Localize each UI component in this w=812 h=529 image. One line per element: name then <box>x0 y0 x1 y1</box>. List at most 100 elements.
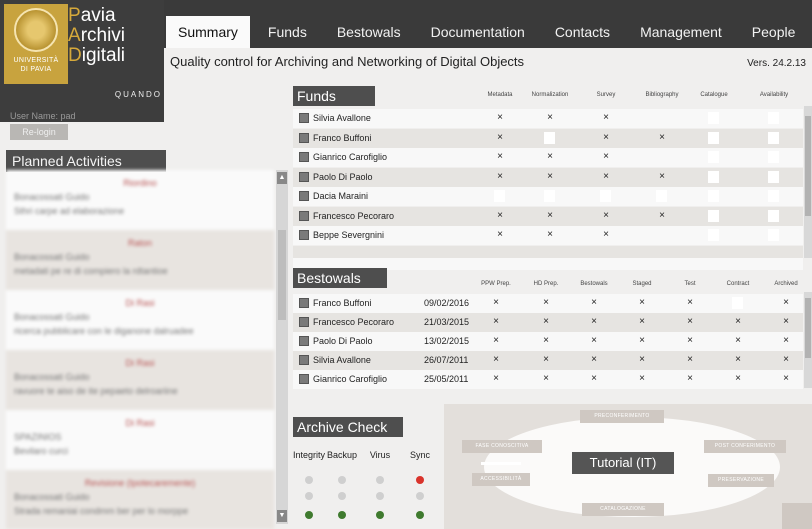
tab-bestowals[interactable]: Bestowals <box>324 16 413 48</box>
step-preconferimento[interactable]: PRECONFERIMENTO <box>580 410 664 423</box>
bestowals-table-row[interactable]: Francesco Pecoraro 21/03/2015 × × × × × × × <box>293 313 803 332</box>
tab-summary[interactable]: Summary <box>166 16 250 48</box>
user-name-label: User Name: pad <box>10 111 76 121</box>
planned-activity-item[interactable]: Riordino Bonacossati Guido Sthri carpe ad … <box>6 170 274 230</box>
empty-status-box[interactable] <box>768 112 779 124</box>
empty-status-box[interactable] <box>494 190 505 202</box>
step-preservazione[interactable]: PRESERVAZIONE <box>708 474 774 487</box>
bestowal-author[interactable]: Franco Buffoni <box>313 298 371 308</box>
check-mark-icon: × <box>543 316 549 327</box>
planned-activity-item[interactable]: Di Rasi Bonacossati Guido ravuore te aiso … <box>6 350 274 410</box>
tab-documentation[interactable]: Documentation <box>418 16 537 48</box>
tab-people[interactable]: People <box>739 16 808 48</box>
funds-table-row[interactable]: Gianrico Carofiglio × × × <box>293 148 803 167</box>
tab-management[interactable]: Management <box>628 16 734 48</box>
fund-name[interactable]: Paolo Di Paolo <box>313 172 373 182</box>
check-mark-icon: × <box>603 170 609 182</box>
relogin-button[interactable]: Re-login <box>10 124 68 140</box>
funds-scrollbar[interactable] <box>804 106 812 258</box>
planned-activity-item[interactable]: Di Rasi SPAZINIOS Bevilaro curci <box>6 410 274 470</box>
check-mark-icon: × <box>547 170 553 182</box>
check-mark-icon: × <box>497 170 503 182</box>
check-mark-icon: × <box>547 229 553 240</box>
step-catalogazione[interactable]: CATALOGAZIONE <box>582 503 664 516</box>
empty-status-box[interactable] <box>708 131 719 144</box>
step-fase-conoscitiva[interactable]: FASE CONOSCITIVA <box>462 440 542 453</box>
planned-activity-item[interactable]: Revisione (Ipotecaremente) Bonacossati Gu… <box>6 470 274 529</box>
logo-word-rest: avia <box>80 5 116 26</box>
fund-name[interactable]: Gianrico Carofiglio <box>313 152 387 162</box>
funds-table-row[interactable]: Franco Buffoni × × × <box>293 128 803 148</box>
fund-folder-icon <box>299 230 309 240</box>
logo[interactable]: UNIVERSITÀ DI PAVIA Pavia Archivi Digita… <box>0 0 164 122</box>
fund-name[interactable]: Franco Buffoni <box>313 133 371 143</box>
empty-status-box[interactable] <box>768 151 779 163</box>
funds-table-row[interactable]: Francesco Pecoraro × × × × <box>293 206 803 226</box>
logo-initial: A <box>68 25 81 46</box>
scrollbar-thumb[interactable] <box>278 230 286 320</box>
check-mark-icon: × <box>591 316 597 327</box>
empty-status-box[interactable] <box>544 190 555 202</box>
scroll-up-icon[interactable]: ▲ <box>277 172 287 184</box>
fund-name[interactable]: Silvia Avallone <box>313 113 371 123</box>
activity-owner: Bonacossati Guido <box>14 192 90 202</box>
planned-scrollbar[interactable]: ▲ ▼ <box>276 170 288 524</box>
funds-table-row[interactable]: Beppe Severgnini × × × <box>293 226 803 245</box>
check-mark-icon: × <box>603 151 609 162</box>
bestowal-date: 21/03/2015 <box>424 317 470 327</box>
empty-status-box[interactable] <box>656 190 667 202</box>
bestowals-table-row[interactable]: Paolo Di Paolo 13/02/2015 × × × × × × × <box>293 332 803 351</box>
check-mark-icon: × <box>591 335 597 346</box>
empty-status-box[interactable] <box>768 170 779 183</box>
bestowal-folder-icon <box>299 336 309 346</box>
bestowal-author[interactable]: Paolo Di Paolo <box>313 336 373 346</box>
empty-status-box[interactable] <box>708 209 719 222</box>
bestowals-table-row[interactable]: Franco Buffoni 09/02/2016 × × × × × × <box>293 294 803 313</box>
logo-tagline: QUANDO <box>114 90 162 99</box>
tutorial-button[interactable]: Tutorial (IT) <box>572 452 674 474</box>
funds-scrollbar-thumb[interactable] <box>805 116 811 216</box>
empty-status-box[interactable] <box>732 297 743 309</box>
bestowals-scrollbar-thumb[interactable] <box>805 298 811 358</box>
step-post-conferimento[interactable]: POST CONFERIMENTO <box>704 440 786 453</box>
bestowals-table-row[interactable]: Gianrico Carofiglio 25/05/2011 × × × × × × × <box>293 370 803 389</box>
funds-empty-row <box>293 246 803 258</box>
empty-status-box[interactable] <box>708 229 719 241</box>
fund-name[interactable]: Beppe Severgnini <box>313 230 384 240</box>
check-mark-icon: × <box>735 335 741 346</box>
funds-column-header: Normalization <box>531 92 569 98</box>
planned-activity-item[interactable]: Di Rasi Bonacossati Guido ricerca pubblica… <box>6 290 274 350</box>
step-accessibilita[interactable]: ACCESSIBILITÀ <box>472 473 530 486</box>
empty-status-box[interactable] <box>768 229 779 241</box>
empty-status-box[interactable] <box>708 190 719 202</box>
funds-table-row[interactable]: Dacia Maraini <box>293 187 803 206</box>
funds-table-row[interactable]: Silvia Avallone × × × <box>293 109 803 128</box>
tab-funds[interactable]: Funds <box>255 16 319 48</box>
check-mark-icon: × <box>493 297 499 308</box>
empty-status-box[interactable] <box>600 190 611 202</box>
scroll-down-icon[interactable]: ▼ <box>277 510 287 522</box>
fund-name[interactable]: Francesco Pecoraro <box>313 211 394 221</box>
planned-activity-item[interactable]: Raton Bonacossati Guido metadati pe re di … <box>6 230 274 290</box>
empty-status-box[interactable] <box>708 112 719 124</box>
empty-status-box[interactable] <box>708 151 719 163</box>
fund-name[interactable]: Dacia Maraini <box>313 191 368 201</box>
empty-status-box[interactable] <box>768 209 779 222</box>
empty-status-box[interactable] <box>768 190 779 202</box>
bestowal-author[interactable]: Silvia Avallone <box>313 355 371 365</box>
bestowals-table-row[interactable]: Silvia Avallone 26/07/2011 × × × × × × × <box>293 351 803 370</box>
bestowal-author[interactable]: Gianrico Carofiglio <box>313 374 387 384</box>
check-mark-icon: × <box>497 151 503 162</box>
empty-status-box[interactable] <box>768 131 779 144</box>
funds-table-row[interactable]: Paolo Di Paolo × × × × <box>293 167 803 187</box>
empty-status-box[interactable] <box>544 131 555 144</box>
tab-contacts[interactable]: Contacts <box>542 16 623 48</box>
logo-line-3: Digitali <box>68 46 125 66</box>
planned-activities-list: Riordino Bonacossati Guido Sthri carpe ad … <box>6 170 274 529</box>
bestowals-scrollbar[interactable] <box>804 292 812 388</box>
empty-status-box[interactable] <box>708 170 719 183</box>
bestowal-folder-icon <box>299 374 309 384</box>
check-mark-icon: × <box>603 131 609 143</box>
bestowal-author[interactable]: Francesco Pecoraro <box>313 317 394 327</box>
check-mark-icon: × <box>687 354 693 365</box>
